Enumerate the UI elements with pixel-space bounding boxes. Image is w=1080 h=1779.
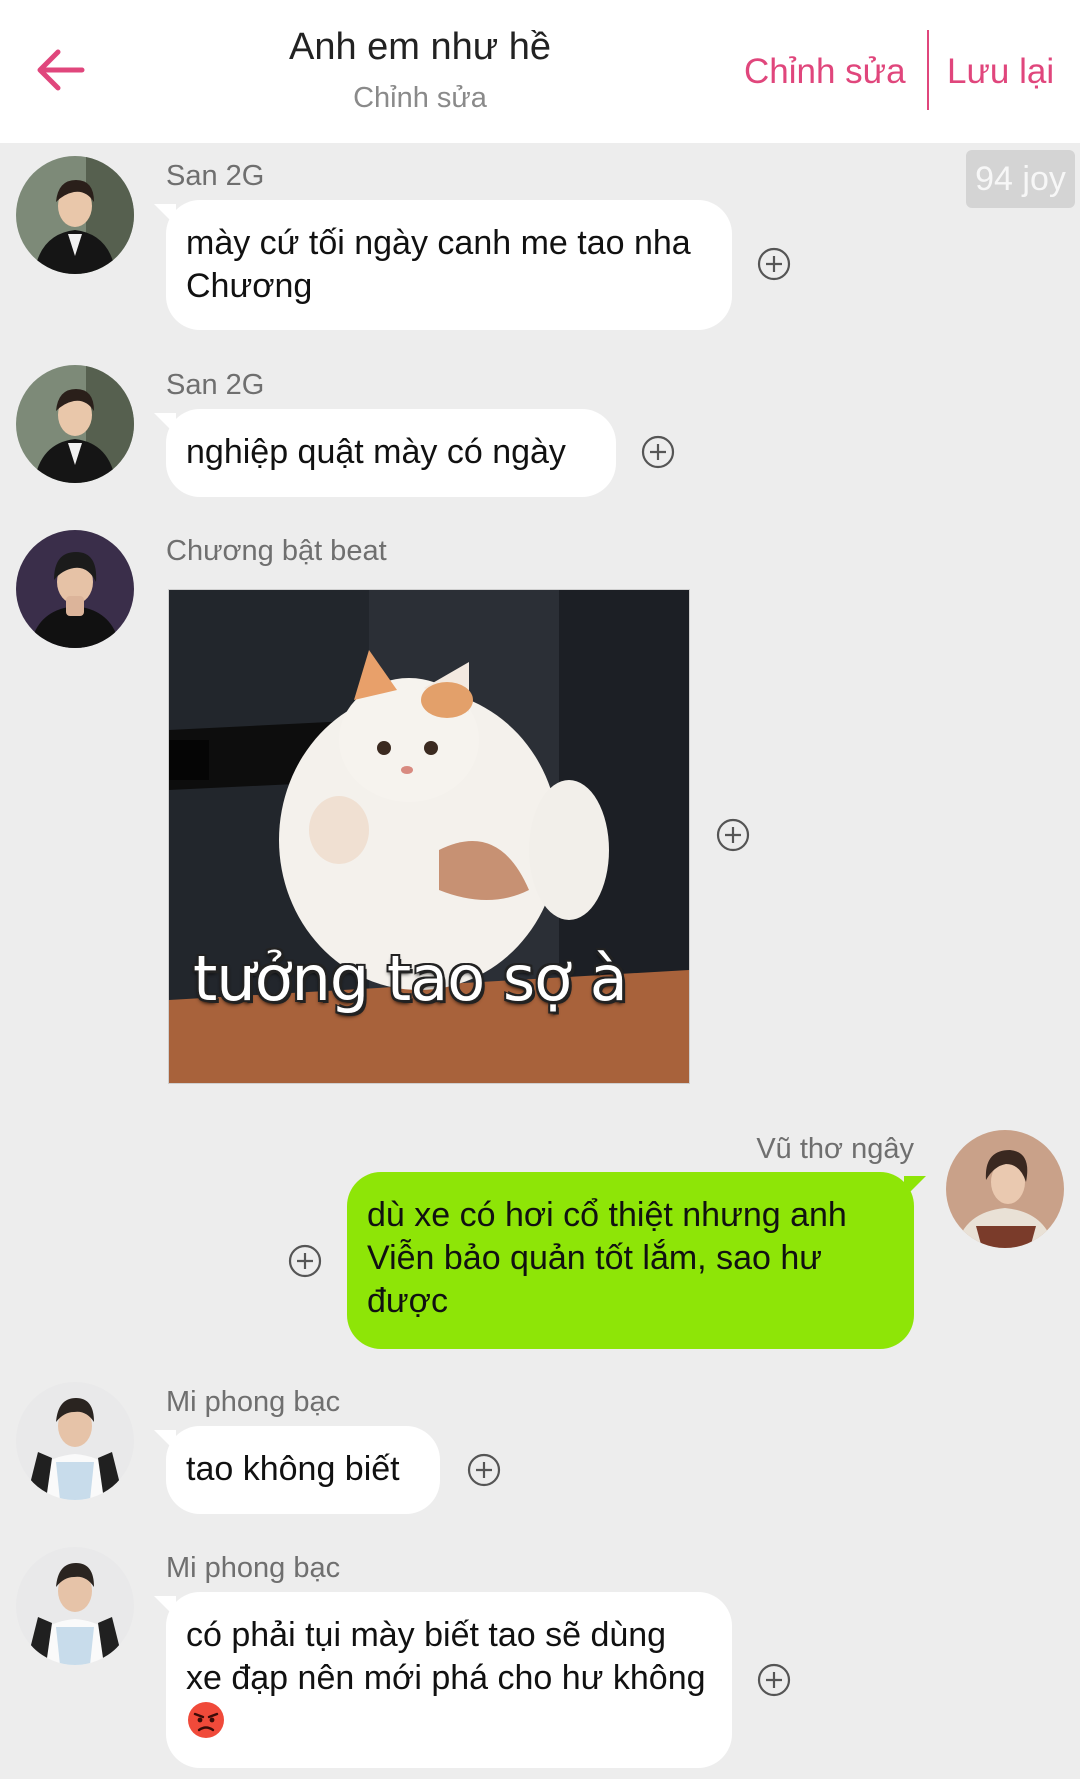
avatar-san-image bbox=[16, 365, 134, 483]
sender-name: San 2G bbox=[166, 369, 265, 401]
avatar-mi-image bbox=[16, 1547, 134, 1665]
message-text: tao không biết bbox=[186, 1450, 400, 1488]
chat-header: Anh em như hề Chỉnh sửa Chỉnh sửa Lưu lạ… bbox=[0, 0, 1080, 143]
message-bubble[interactable]: nghiệp quật mày có ngày bbox=[154, 409, 616, 497]
avatar[interactable] bbox=[16, 156, 134, 274]
avatar-san-image bbox=[16, 156, 134, 274]
sticker-caption: tưởng tao sợ à bbox=[193, 942, 628, 1015]
message-text: mày cứ tối ngày canh me tao nha Chương bbox=[186, 224, 691, 305]
message-bubble[interactable]: tao không biết bbox=[154, 1426, 440, 1514]
add-reaction-icon[interactable] bbox=[467, 1453, 501, 1487]
sender-name: Vũ thơ ngây bbox=[756, 1133, 914, 1165]
avatar-vu-image bbox=[946, 1130, 1064, 1248]
message-text: có phải tụi mày biết tao sẽ dùng xe đạp … bbox=[186, 1616, 706, 1697]
add-reaction-icon[interactable] bbox=[641, 435, 675, 469]
avatar-mi-image bbox=[16, 1382, 134, 1500]
sender-name: Mi phong bạc bbox=[166, 1552, 341, 1584]
avatar[interactable] bbox=[16, 365, 134, 483]
add-reaction-icon[interactable] bbox=[757, 1663, 791, 1697]
add-reaction-icon[interactable] bbox=[757, 247, 791, 281]
sender-name: Chương bật beat bbox=[166, 535, 387, 567]
add-reaction-icon[interactable] bbox=[716, 818, 750, 852]
my-message-bubble[interactable]: dù xe có hơi cổ thiệt nhưng anh Viễn bảo… bbox=[347, 1172, 926, 1349]
save-button[interactable]: Lưu lại bbox=[947, 52, 1054, 92]
back-arrow-icon[interactable] bbox=[30, 40, 90, 100]
chat-subtitle: Chỉnh sửa bbox=[353, 82, 487, 114]
message-text: nghiệp quật mày có ngày bbox=[186, 433, 566, 471]
sender-name: San 2G bbox=[166, 160, 265, 192]
sender-name: Mi phong bạc bbox=[166, 1386, 341, 1418]
sticker-image[interactable]: tưởng tao sợ à bbox=[168, 589, 690, 1084]
add-reaction-icon[interactable] bbox=[288, 1244, 322, 1278]
avatar[interactable] bbox=[16, 1382, 134, 1500]
avatar-chuong-image bbox=[16, 530, 134, 648]
message-text: dù xe có hơi cổ thiệt nhưng anh Viễn bảo… bbox=[367, 1196, 847, 1320]
avatar[interactable] bbox=[16, 530, 134, 648]
chat-title: Anh em như hề bbox=[288, 26, 552, 68]
message-bubble[interactable]: mày cứ tối ngày canh me tao nha Chương bbox=[154, 200, 732, 330]
avatar[interactable] bbox=[946, 1130, 1064, 1248]
edit-button[interactable]: Chỉnh sửa bbox=[744, 52, 906, 92]
angry-face-icon bbox=[188, 1702, 224, 1738]
joy-badge: 94 joy bbox=[966, 150, 1075, 208]
header-divider bbox=[927, 30, 929, 110]
avatar[interactable] bbox=[16, 1547, 134, 1665]
message-bubble[interactable]: có phải tụi mày biết tao sẽ dùng xe đạp … bbox=[154, 1592, 732, 1768]
